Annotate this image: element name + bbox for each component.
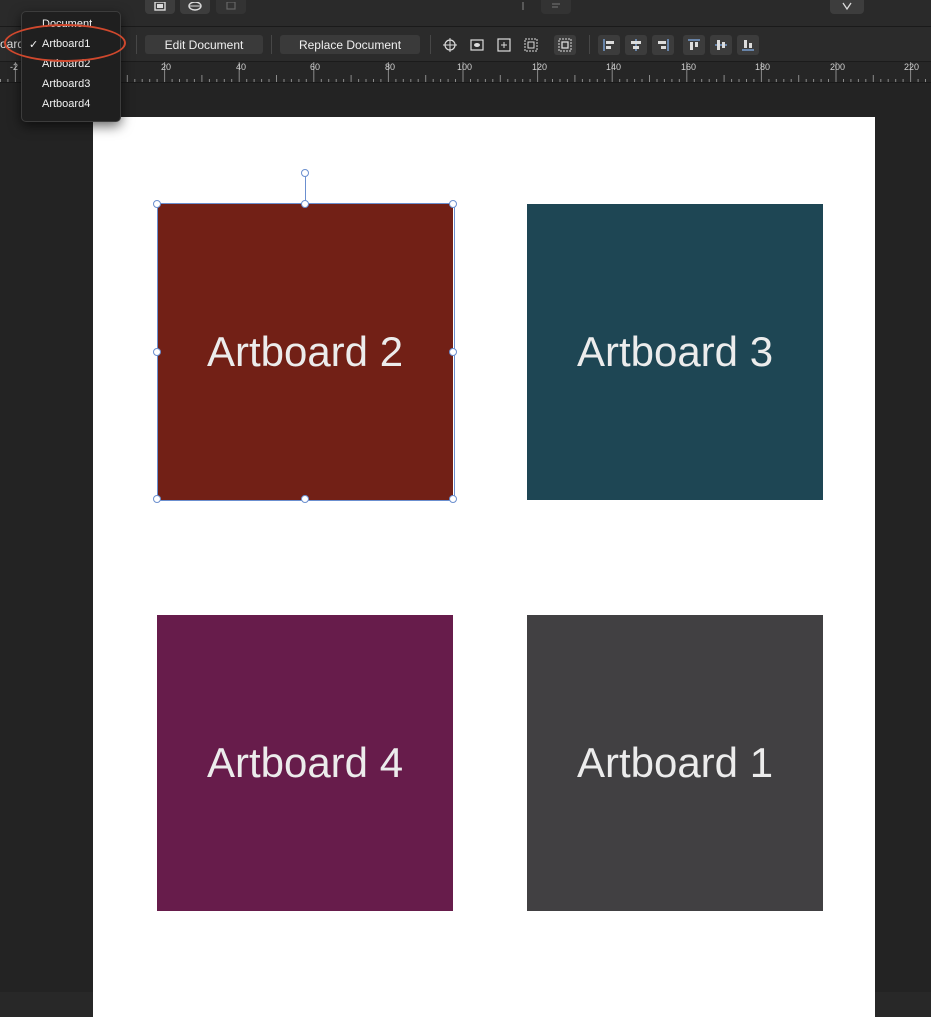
disabled-tool-icon[interactable]	[216, 0, 246, 14]
menu-item-artboard3[interactable]: Artboard3	[22, 75, 120, 95]
align-top-icon[interactable]	[683, 35, 705, 55]
persona-switch-icon[interactable]	[830, 0, 864, 14]
align-middle-icon[interactable]	[710, 35, 732, 55]
context-toolbar: oard Edit Document Replace Document	[0, 27, 931, 62]
menu-item-label: Artboard3	[42, 78, 91, 90]
ruler-label: 80	[385, 62, 396, 72]
align-right-icon[interactable]	[652, 35, 674, 55]
view-frame-icon[interactable]	[466, 35, 488, 55]
menu-item-artboard4[interactable]: Artboard4	[22, 95, 120, 115]
artboard-label: Artboard 1	[576, 739, 774, 786]
replace-document-button[interactable]: Replace Document	[280, 35, 420, 54]
artboard-4-frame[interactable]: Artboard 4	[157, 615, 453, 911]
crosshair-icon[interactable]	[439, 35, 461, 55]
toolbar-separator	[136, 35, 137, 54]
toolbar-separator	[589, 35, 590, 54]
pin-icon[interactable]	[508, 0, 538, 14]
rotation-handle[interactable]	[301, 169, 309, 177]
ruler-label: 120	[532, 62, 548, 72]
align-bottom-icon[interactable]	[737, 35, 759, 55]
resize-handle-top[interactable]	[301, 200, 309, 208]
resize-handle-bottom-left[interactable]	[153, 495, 161, 503]
ruler-label: 100	[457, 62, 473, 72]
place-image-icon[interactable]	[145, 0, 175, 14]
artboard-2-frame[interactable]: Artboard 2	[157, 204, 453, 500]
menu-item-label: Artboard4	[42, 98, 91, 110]
ruler-label: 200	[830, 62, 846, 72]
align-left-icon[interactable]	[598, 35, 620, 55]
artboard-3-frame[interactable]: Artboard 3	[527, 204, 823, 500]
ruler-label: 40	[236, 62, 247, 72]
artboard-label: Artboard 3	[576, 328, 774, 375]
resize-handle-top-right[interactable]	[449, 200, 457, 208]
resize-handle-right[interactable]	[449, 348, 457, 356]
resize-handle-left[interactable]	[153, 348, 161, 356]
scale-frame-icon[interactable]	[493, 35, 515, 55]
annotation-circle	[4, 24, 126, 62]
artboard-1-frame[interactable]: Artboard 1	[527, 615, 823, 911]
ruler-label: 160	[681, 62, 697, 72]
artboard-label: Artboard 4	[206, 739, 404, 786]
ruler-label: 220	[904, 62, 920, 72]
horizontal-ruler[interactable]: -2 20 40 60 80 100 120 140 160 180 200 2…	[0, 62, 931, 83]
resize-handle-bottom[interactable]	[301, 495, 309, 503]
toolbar-separator	[430, 35, 431, 54]
ruler-label: 140	[606, 62, 622, 72]
resize-handle-top-left[interactable]	[153, 200, 161, 208]
ruler-label: 60	[310, 62, 321, 72]
resize-handle-bottom-right[interactable]	[449, 495, 457, 503]
grid-frame-icon[interactable]	[520, 35, 542, 55]
align-center-icon[interactable]	[625, 35, 647, 55]
crop-frame-icon[interactable]	[554, 35, 576, 55]
align-panel-icon[interactable]	[541, 0, 571, 14]
ruler-label: 20	[161, 62, 172, 72]
ruler-label: 180	[755, 62, 771, 72]
mask-icon[interactable]	[180, 0, 210, 14]
edit-document-button[interactable]: Edit Document	[145, 35, 263, 54]
artboard-label: Artboard 2	[206, 328, 404, 375]
ruler-label: -2	[10, 62, 19, 72]
document-page[interactable]: Artboard 2 Artboard 3 Artboard 4 Artboar…	[93, 117, 875, 1017]
main-toolbar	[0, 0, 931, 27]
toolbar-separator	[271, 35, 272, 54]
document-canvas[interactable]: Artboard 2 Artboard 3 Artboard 4 Artboar…	[0, 83, 931, 1017]
